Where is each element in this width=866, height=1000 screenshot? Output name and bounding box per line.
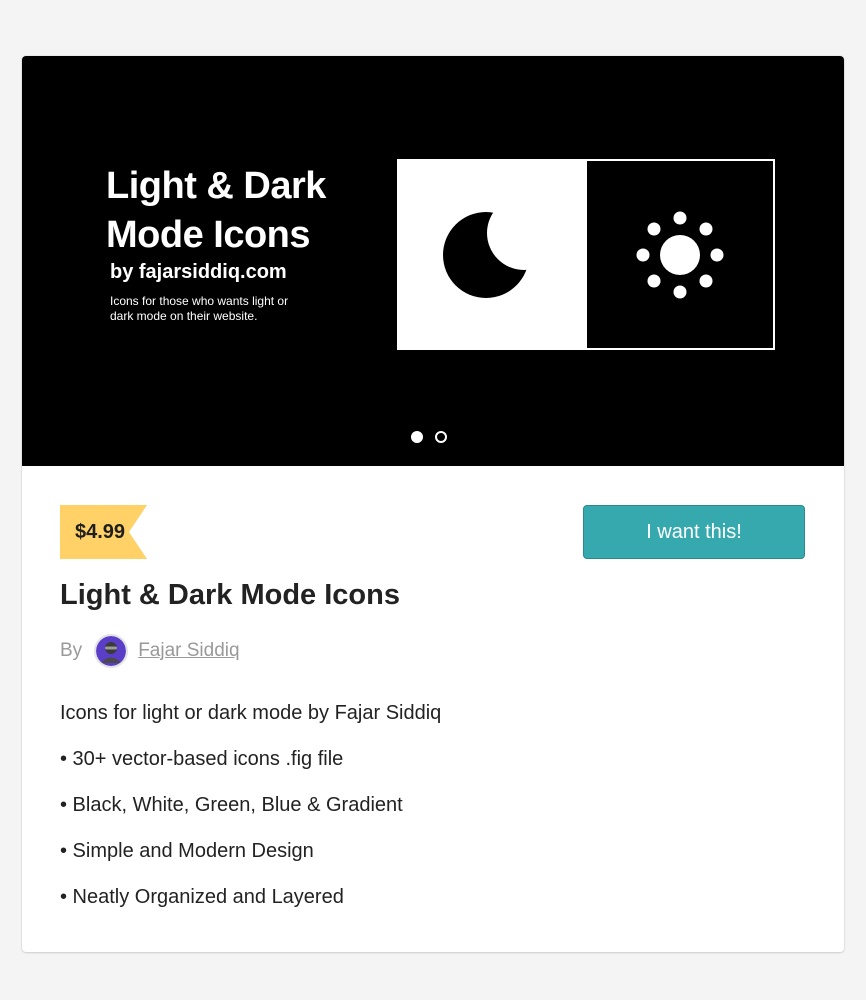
cover-title-line-2: Mode Icons (106, 214, 311, 256)
price-tag-tip (129, 505, 148, 559)
carousel-dot-2[interactable] (435, 431, 447, 443)
product-title: Light & Dark Mode Icons (60, 579, 400, 611)
cover-description-line-1: Icons for those who wants light or (110, 294, 289, 308)
moon-icon (443, 211, 529, 298)
dark-panel (585, 161, 773, 348)
light-panel (399, 161, 585, 348)
description-line: Icons for light or dark mode by Fajar Si… (60, 702, 442, 724)
cover-byline: by fajarsiddiq.com (110, 261, 287, 283)
cover-description: Icons for those who wants light or dark … (110, 294, 340, 324)
author-byline: By Fajar Siddiq (60, 632, 240, 670)
description-line: • Neatly Organized and Layered (60, 886, 344, 908)
description-line: • Simple and Modern Design (60, 840, 314, 862)
cover-title: Light & Dark Mode Icons (106, 162, 406, 260)
description-line: • Black, White, Green, Blue & Gradient (60, 794, 403, 816)
author-avatar[interactable] (94, 634, 129, 668)
icon-preview (397, 159, 775, 350)
cover-title-line-1: Light & Dark (106, 165, 326, 207)
cover-image[interactable]: Light & Dark Mode Icons by fajarsiddiq.c… (22, 56, 844, 466)
product-card: Light & Dark Mode Icons by fajarsiddiq.c… (22, 56, 844, 952)
description-line: • 30+ vector-based icons .fig file (60, 748, 344, 770)
price-tag: $4.99 (60, 505, 148, 559)
carousel-dots (411, 431, 447, 443)
carousel-dot-1[interactable] (411, 431, 423, 443)
product-description: Icons for light or dark mode by Fajar Si… (60, 696, 800, 926)
price-label: $4.99 (60, 505, 130, 559)
sun-icon (636, 211, 724, 298)
author-link[interactable]: Fajar Siddiq (138, 640, 239, 662)
buy-button[interactable]: I want this! (583, 505, 805, 559)
by-label: By (60, 640, 83, 661)
avatar-image (96, 636, 127, 666)
cover-description-line-2: dark mode on their website. (110, 309, 258, 323)
